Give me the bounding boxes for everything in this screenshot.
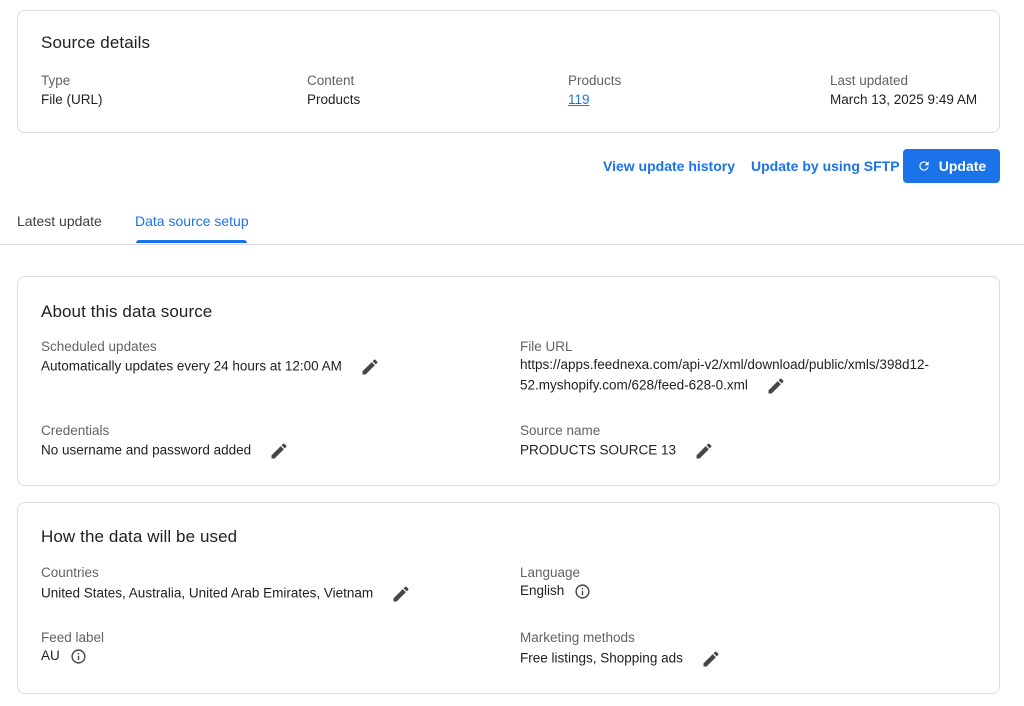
scheduled-updates-value: Automatically updates every 24 hours at … xyxy=(41,358,342,374)
feed-label-info-icon[interactable] xyxy=(70,648,87,665)
source-details-title: Source details xyxy=(41,33,151,52)
feed-label-row: AU xyxy=(41,648,87,665)
credentials-label: Credentials xyxy=(41,423,110,438)
feed-label-label: Feed label xyxy=(41,630,105,645)
about-data-source-card: About this data source Scheduled updates… xyxy=(17,276,1000,486)
last-updated-label: Last updated xyxy=(830,73,909,88)
marketing-methods-value: Free listings, Shopping ads xyxy=(520,650,683,666)
edit-marketing-methods-pencil-icon[interactable] xyxy=(701,649,721,669)
file-url-line-1: https://apps.feednexa.com/api-v2/xml/dow… xyxy=(520,357,929,372)
marketing-methods-row: Free listings, Shopping ads xyxy=(520,649,721,669)
countries-value: United States, Australia, United Arab Em… xyxy=(41,585,374,601)
edit-file-url-pencil-icon[interactable] xyxy=(766,376,786,396)
source-name-row: PRODUCTS SOURCE 13 xyxy=(520,441,714,461)
products-label: Products xyxy=(568,73,622,88)
source-name-value: PRODUCTS SOURCE 13 xyxy=(520,442,677,458)
marketing-methods-label: Marketing methods xyxy=(520,630,635,645)
language-info-icon[interactable] xyxy=(574,583,591,600)
language-label: Language xyxy=(520,565,581,580)
source-name-label: Source name xyxy=(520,423,601,438)
credentials-row: No username and password added xyxy=(41,441,289,461)
file-url-label: File URL xyxy=(520,339,573,354)
tab-data-source-setup[interactable]: Data source setup xyxy=(135,213,249,229)
countries-label: Countries xyxy=(41,565,99,580)
last-updated-value: March 13, 2025 9:49 AM xyxy=(830,92,978,107)
active-tab-indicator xyxy=(136,240,247,243)
usage-title: How the data will be used xyxy=(41,527,238,546)
countries-row: United States, Australia, United Arab Em… xyxy=(41,584,411,604)
edit-credentials-pencil-icon[interactable] xyxy=(269,441,289,461)
content-label: Content xyxy=(307,73,355,88)
feed-label-value: AU xyxy=(41,648,60,664)
source-details-card: Source details Type File (URL) Content P… xyxy=(17,10,1000,133)
data-usage-card: How the data will be used Countries Unit… xyxy=(17,502,1000,694)
type-value: File (URL) xyxy=(41,92,103,107)
edit-countries-pencil-icon[interactable] xyxy=(391,584,411,604)
tabs-divider xyxy=(0,244,1024,245)
type-label: Type xyxy=(41,73,71,88)
tab-latest-update[interactable]: Latest update xyxy=(17,213,102,229)
scheduled-updates-row: Automatically updates every 24 hours at … xyxy=(41,357,380,377)
view-update-history-link[interactable]: View update history xyxy=(603,158,735,174)
update-by-sftp-link[interactable]: Update by using SFTP xyxy=(751,158,900,174)
edit-source-name-pencil-icon[interactable] xyxy=(694,441,714,461)
file-url-row-2: 52.myshopify.com/628/feed-628-0.xml xyxy=(520,376,786,396)
language-row: English xyxy=(520,583,591,600)
update-button[interactable]: Update xyxy=(903,149,1000,183)
edit-scheduled-updates-pencil-icon[interactable] xyxy=(360,357,380,377)
language-value: English xyxy=(520,583,565,599)
scheduled-updates-label: Scheduled updates xyxy=(41,339,157,354)
about-title: About this data source xyxy=(41,302,213,321)
credentials-value: No username and password added xyxy=(41,442,252,458)
products-count-link[interactable]: 119 xyxy=(568,92,590,107)
refresh-icon xyxy=(917,159,931,173)
file-url-line-2: 52.myshopify.com/628/feed-628-0.xml xyxy=(520,377,748,393)
content-value: Products xyxy=(307,92,361,107)
update-button-label: Update xyxy=(938,158,987,174)
